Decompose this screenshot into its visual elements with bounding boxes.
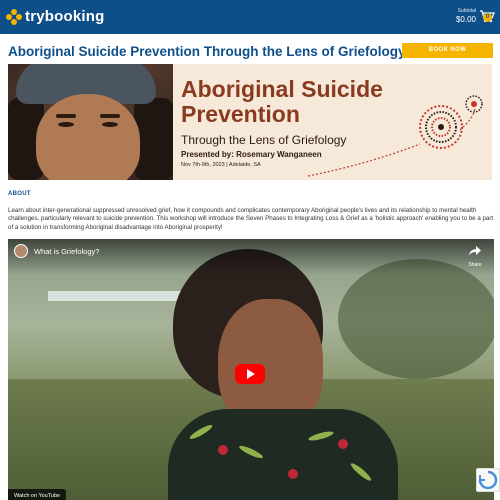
subtotal-value: $0.00 bbox=[455, 15, 476, 24]
about-description: Learn about inter-generational suppresse… bbox=[8, 207, 494, 231]
share-label: Share bbox=[468, 262, 482, 268]
cart-count-badge: 0 bbox=[483, 13, 492, 22]
logo-star-icon bbox=[6, 8, 22, 25]
channel-avatar[interactable] bbox=[14, 244, 28, 258]
top-navigation-bar: trybooking Subtotal $0.00 0 bbox=[0, 0, 500, 34]
book-now-button[interactable]: BOOK NOW bbox=[402, 43, 493, 58]
watch-on-youtube-link[interactable]: Watch on YouTube bbox=[8, 489, 67, 500]
subtotal-label: Subtotal bbox=[457, 8, 476, 14]
logo-text: trybooking bbox=[25, 8, 105, 25]
share-arrow-icon bbox=[469, 246, 481, 256]
share-button[interactable]: Share bbox=[464, 243, 486, 268]
dotted-path-decoration bbox=[307, 103, 476, 177]
trybooking-logo[interactable]: trybooking bbox=[6, 8, 105, 25]
recaptcha-badge-icon[interactable] bbox=[476, 468, 500, 492]
video-title[interactable]: What is Griefology? bbox=[34, 247, 99, 256]
play-icon[interactable] bbox=[235, 364, 265, 384]
about-heading: ABOUT bbox=[8, 191, 31, 197]
recaptcha-icon bbox=[478, 470, 498, 490]
event-banner-image: Aboriginal Suicide Prevention Through th… bbox=[8, 64, 492, 180]
cart-subtotal: Subtotal $0.00 bbox=[456, 8, 476, 24]
event-title: Aboriginal Suicide Prevention Through th… bbox=[8, 44, 406, 59]
youtube-video-player[interactable]: What is Griefology? Share Watch on YouTu… bbox=[8, 239, 494, 500]
cart-button[interactable]: 0 bbox=[479, 9, 495, 23]
